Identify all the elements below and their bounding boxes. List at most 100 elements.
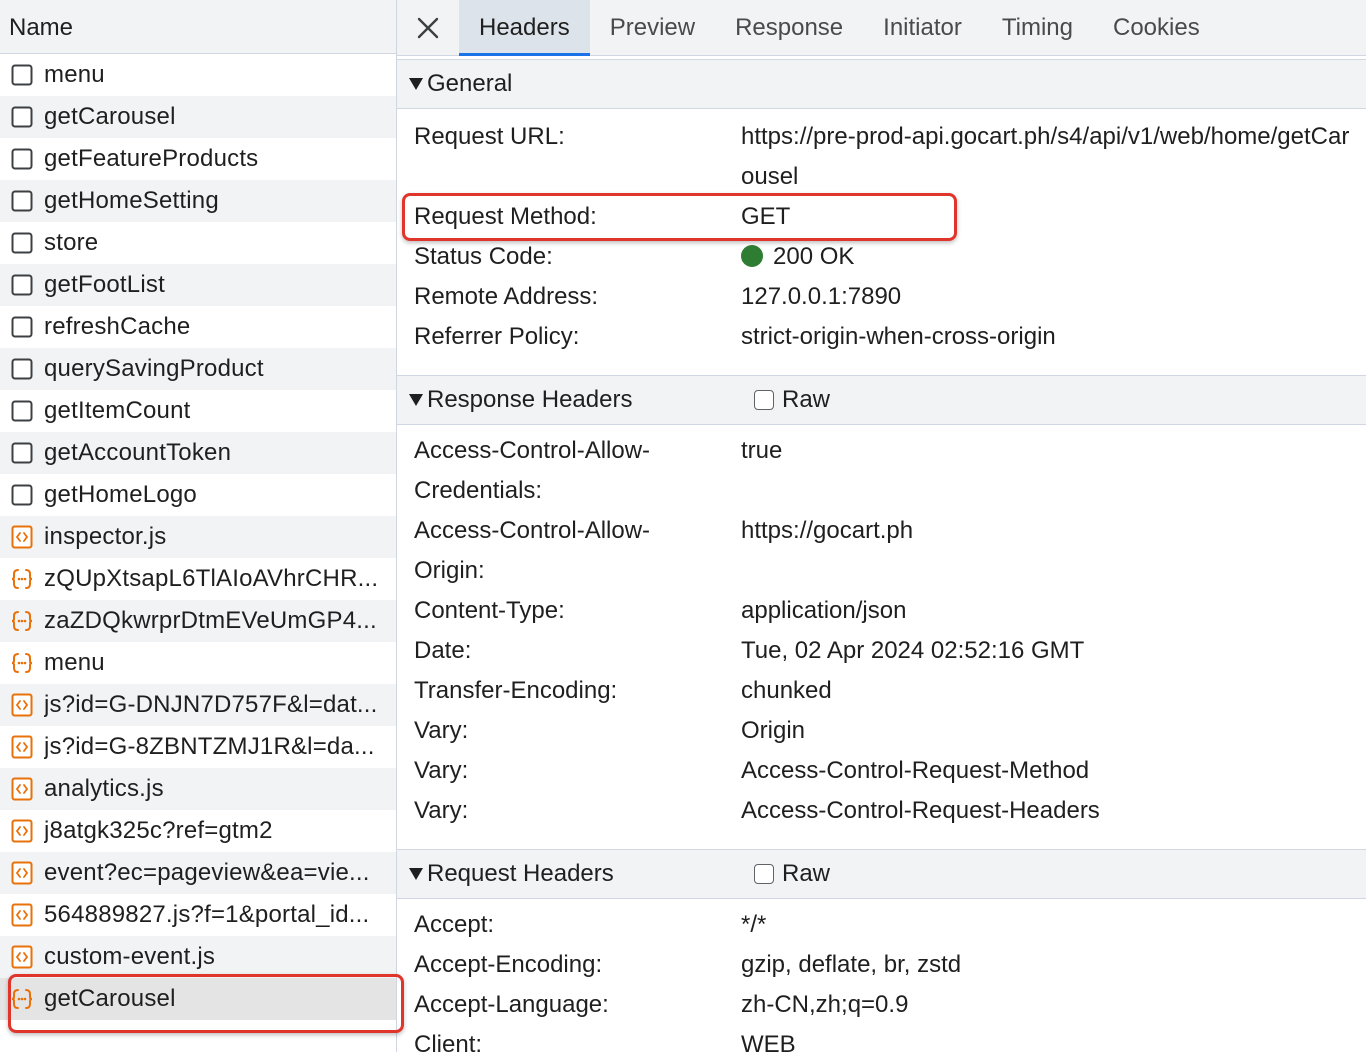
general-row-remote-address: Remote Address: 127.0.0.1:7890 — [397, 277, 1366, 317]
response-header-row: Content-Type: application/json — [397, 591, 1366, 631]
request-row[interactable]: analytics.js — [0, 768, 396, 810]
checkbox-icon — [10, 147, 34, 171]
general-key: Request Method: — [414, 203, 597, 230]
request-name: getCarousel — [44, 103, 176, 130]
request-name: getHomeSetting — [44, 187, 219, 214]
request-row[interactable]: getCarousel — [0, 978, 396, 1020]
raw-label: Raw — [782, 386, 831, 413]
tab-headers[interactable]: Headers — [459, 0, 590, 56]
close-icon — [417, 17, 439, 38]
response-raw-toggle[interactable]: Raw — [754, 386, 830, 414]
response-header-value: true — [741, 437, 783, 464]
request-list-panel: Name menu getCarousel getFeatureProducts ge… — [0, 0, 397, 1052]
script-file-icon — [10, 945, 34, 969]
request-row[interactable]: js?id=G-DNJN7D757F&l=dat... — [0, 684, 396, 726]
response-headers-list: Access-Control-Allow-Credentials: true Acc… — [397, 425, 1366, 849]
request-name: j8atgk325c?ref=gtm2 — [44, 817, 273, 844]
checkbox-icon — [10, 441, 34, 465]
checkbox-icon — [10, 315, 34, 339]
request-name: zQUpXtsapL6TlAIoAVhrCHR... — [44, 565, 379, 592]
general-key: Request URL: — [414, 123, 565, 150]
request-row[interactable]: querySavingProduct — [0, 348, 396, 390]
request-headers-title: Request Headers — [427, 860, 614, 887]
json-braces-icon — [10, 987, 34, 1011]
tab-response[interactable]: Response — [715, 0, 863, 55]
raw-checkbox[interactable] — [754, 864, 774, 884]
name-column-header[interactable]: Name — [0, 0, 396, 54]
request-row[interactable]: getFootList — [0, 264, 396, 306]
tab-timing[interactable]: Timing — [982, 0, 1093, 55]
request-name: js?id=G-8ZBNTZMJ1R&l=da... — [44, 733, 375, 760]
response-headers-section-header[interactable]: Response Headers Raw — [397, 375, 1366, 425]
request-header-value: zh-CN,zh;q=0.9 — [741, 991, 909, 1018]
general-value: GET — [741, 203, 791, 230]
request-row[interactable]: custom-event.js — [0, 936, 396, 978]
close-button[interactable] — [397, 0, 459, 55]
response-header-key: Vary: — [414, 717, 469, 744]
request-row[interactable]: zaZDQkwrprDtmEVeUmGP4... — [0, 600, 396, 642]
request-row[interactable]: zQUpXtsapL6TlAIoAVhrCHR... — [0, 558, 396, 600]
request-row[interactable]: store — [0, 222, 396, 264]
collapse-triangle-icon — [409, 868, 423, 880]
response-header-key: Vary: — [414, 757, 469, 784]
json-braces-icon — [10, 567, 34, 591]
request-row[interactable]: getHomeSetting — [0, 180, 396, 222]
request-header-row: Client: WEB — [397, 1025, 1366, 1052]
request-headers-section-header[interactable]: Request Headers Raw — [397, 849, 1366, 899]
request-row[interactable]: getHomeLogo — [0, 474, 396, 516]
request-headers-list: Accept: */* Accept-Encoding: gzip, deflate,… — [397, 899, 1366, 1052]
general-row-request-url: Request URL: https://pre-prod-api.gocart… — [397, 117, 1366, 197]
request-row[interactable]: refreshCache — [0, 306, 396, 348]
request-row[interactable]: menu — [0, 642, 396, 684]
request-row[interactable]: inspector.js — [0, 516, 396, 558]
general-row-referrer-policy: Referrer Policy: strict-origin-when-cros… — [397, 317, 1366, 357]
status-code-value: 200 OK — [773, 243, 855, 270]
request-name: store — [44, 229, 99, 256]
checkbox-icon — [10, 63, 34, 87]
request-row[interactable]: event?ec=pageview&ea=vie... — [0, 852, 396, 894]
collapse-triangle-icon — [409, 394, 423, 406]
request-row[interactable]: getFeatureProducts — [0, 138, 396, 180]
request-name: refreshCache — [44, 313, 191, 340]
checkbox-icon — [10, 273, 34, 297]
request-row[interactable]: getItemCount — [0, 390, 396, 432]
tab-initiator[interactable]: Initiator — [863, 0, 982, 55]
tab-cookies[interactable]: Cookies — [1093, 0, 1220, 55]
script-file-icon — [10, 819, 34, 843]
request-raw-toggle[interactable]: Raw — [754, 860, 830, 888]
request-row[interactable]: getCarousel — [0, 96, 396, 138]
request-name: getHomeLogo — [44, 481, 197, 508]
response-header-row: Access-Control-Allow-Credentials: true — [397, 431, 1366, 511]
raw-checkbox[interactable] — [754, 390, 774, 410]
request-name: 564889827.js?f=1&portal_id... — [44, 901, 370, 928]
request-row[interactable]: getAccountToken — [0, 432, 396, 474]
general-section-header[interactable]: General — [397, 59, 1366, 109]
request-name: zaZDQkwrprDtmEVeUmGP4... — [44, 607, 377, 634]
response-header-value: Tue, 02 Apr 2024 02:52:16 GMT — [741, 637, 1085, 664]
response-header-key: Vary: — [414, 797, 469, 824]
request-row[interactable]: menu — [0, 54, 396, 96]
request-row[interactable]: js?id=G-8ZBNTZMJ1R&l=da... — [0, 726, 396, 768]
status-ok-icon — [741, 245, 763, 267]
general-key: Status Code: — [414, 243, 553, 270]
request-row[interactable]: 564889827.js?f=1&portal_id... — [0, 894, 396, 936]
request-name: js?id=G-DNJN7D757F&l=dat... — [44, 691, 378, 718]
response-header-row: Date: Tue, 02 Apr 2024 02:52:16 GMT — [397, 631, 1366, 671]
response-header-row: Vary: Access-Control-Request-Method — [397, 751, 1366, 791]
tab-preview[interactable]: Preview — [590, 0, 715, 55]
script-file-icon — [10, 777, 34, 801]
script-file-icon — [10, 903, 34, 927]
response-header-value: Access-Control-Request-Method — [741, 757, 1090, 784]
script-file-icon — [10, 693, 34, 717]
response-header-row: Transfer-Encoding: chunked — [397, 671, 1366, 711]
request-name: getFootList — [44, 271, 165, 298]
response-header-value: application/json — [741, 597, 907, 624]
request-row[interactable]: j8atgk325c?ref=gtm2 — [0, 810, 396, 852]
request-name: getCarousel — [44, 985, 176, 1012]
response-header-value: chunked — [741, 677, 832, 704]
collapse-triangle-icon — [409, 78, 423, 90]
general-value: strict-origin-when-cross-origin — [741, 323, 1056, 350]
response-header-key: Transfer-Encoding: — [414, 677, 618, 704]
request-name: getFeatureProducts — [44, 145, 259, 172]
request-name: event?ec=pageview&ea=vie... — [44, 859, 370, 886]
